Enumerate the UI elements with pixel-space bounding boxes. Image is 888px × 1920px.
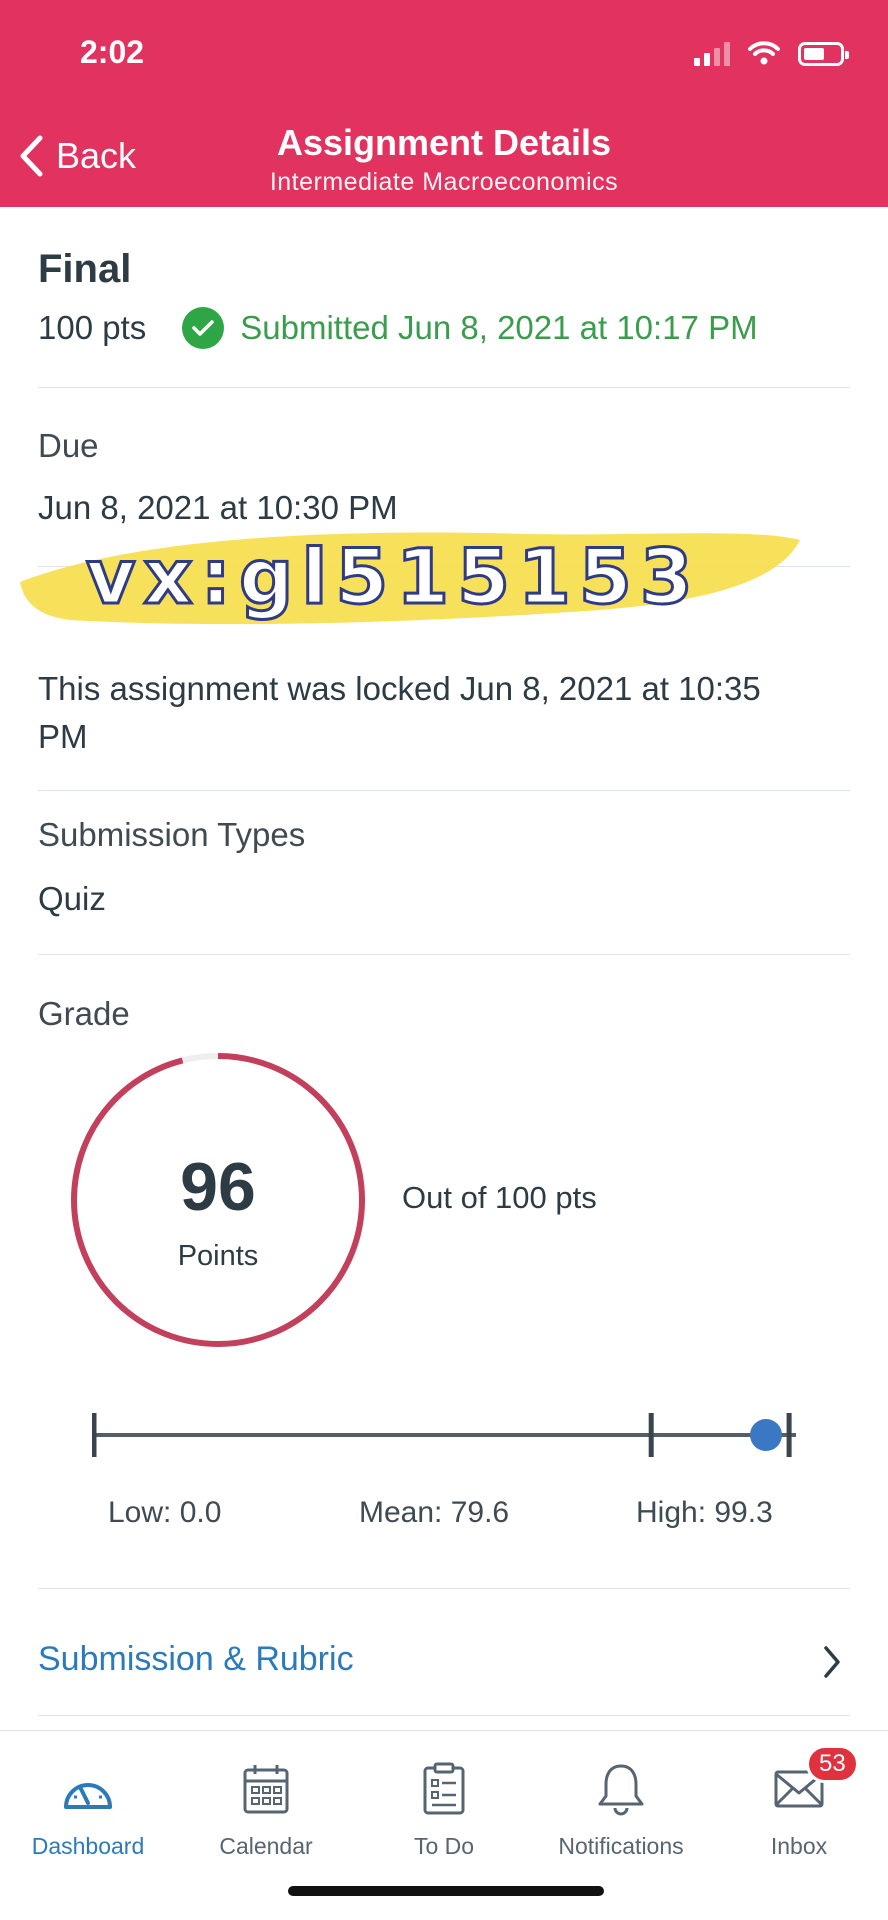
dashboard-icon [64,1783,112,1809]
status-time: 2:02 [80,34,145,70]
submission-types-label: Submission Types [38,816,306,853]
chevron-right-icon[interactable] [822,1645,842,1679]
app-header: 2:02 Back Assignment Details Intermediat… [0,0,888,207]
stat-mean: Mean: 79.6 [359,1496,510,1529]
todo-icon [423,1762,465,1815]
tab-inbox[interactable]: 53 Inbox [714,1745,884,1860]
submission-status: Submitted Jun 8, 2021 at 10:17 PM [240,309,758,346]
signal-icon [694,42,730,66]
divider [38,1715,850,1716]
tab-label: To Do [413,1833,475,1859]
submission-types-value: Quiz [38,880,106,917]
divider [38,790,850,791]
tab-todo[interactable]: To Do [359,1759,529,1860]
grade-score-unit: Points [177,1240,259,1272]
lock-notice-line2: PM [38,718,88,755]
header-title-block: Assignment Details Intermediate Macroeco… [0,122,888,197]
bell-icon [598,1764,644,1816]
due-label: Due [38,427,99,464]
page-subtitle: Intermediate Macroeconomics [269,168,619,196]
tab-label: Dashboard [31,1833,145,1859]
check-circle-icon [182,307,225,349]
submission-rubric-link[interactable]: Submission & Rubric [38,1640,354,1679]
grade-score: 96 [180,1149,256,1225]
tab-label: Notifications [558,1833,684,1859]
assignment-title: Final [38,247,132,291]
assignment-summary: 100 pts Submitted Jun 8, 2021 at 10:17 P… [38,307,758,349]
lock-notice-line1: This assignment was locked Jun 8, 2021 a… [38,670,761,707]
stat-high: High: 99.3 [636,1496,773,1529]
stat-low: Low: 0.0 [108,1496,222,1529]
tab-notifications[interactable]: Notifications [536,1759,706,1860]
assignment-points: 100 pts [38,309,147,346]
tab-label: Inbox [770,1833,828,1859]
tab-dashboard[interactable]: Dashboard [3,1759,173,1860]
calendar-icon [243,1765,289,1814]
grade-distribution [92,1413,796,1457]
wifi-icon [748,41,780,65]
watermark-text: vx:gl515153 [85,531,701,623]
grade-out-of: Out of 100 pts [402,1180,597,1215]
divider [38,954,850,955]
your-score-marker [750,1419,782,1451]
inbox-badge: 53 [806,1745,859,1783]
grade-label: Grade [38,995,130,1032]
home-indicator [288,1886,604,1896]
page-title: Assignment Details [276,122,612,163]
divider [38,1588,850,1589]
tab-calendar[interactable]: Calendar [181,1759,351,1860]
battery-icon [798,42,849,66]
divider [38,387,850,388]
tab-label: Calendar [219,1833,313,1859]
status-icons [694,40,849,66]
